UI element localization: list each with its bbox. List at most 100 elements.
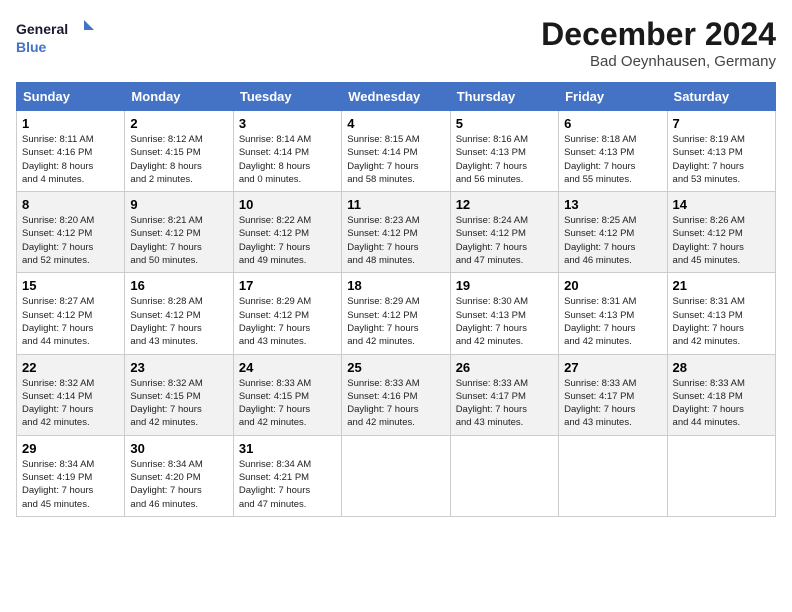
logo-svg: General Blue [16, 16, 96, 60]
day-number-2: 2 [130, 116, 227, 131]
logo: General Blue [16, 16, 96, 60]
day-info-30: Sunrise: 8:34 AM Sunset: 4:20 PM Dayligh… [130, 458, 227, 511]
day-number-3: 3 [239, 116, 336, 131]
day-info-1: Sunrise: 8:11 AM Sunset: 4:16 PM Dayligh… [22, 133, 119, 186]
day-number-15: 15 [22, 278, 119, 293]
day-number-20: 20 [564, 278, 661, 293]
day-cell-20: 20Sunrise: 8:31 AM Sunset: 4:13 PM Dayli… [559, 273, 667, 354]
day-number-12: 12 [456, 197, 553, 212]
day-info-9: Sunrise: 8:21 AM Sunset: 4:12 PM Dayligh… [130, 214, 227, 267]
day-cell-11: 11 Sunrise: 8:23 AM Sunset: 4:12 PM Dayli… [342, 192, 450, 273]
day-number-4: 4 [347, 116, 444, 131]
day-info-18: Sunrise: 8:29 AM Sunset: 4:12 PM Dayligh… [347, 295, 444, 348]
day-number-19: 19 [456, 278, 553, 293]
day-info-27: Sunrise: 8:33 AM Sunset: 4:17 PM Dayligh… [564, 377, 661, 430]
weekday-friday: Friday [559, 83, 667, 111]
day-cell-17: 17 Sunrise: 8:29 AM Sunset: 4:12 PM Dayli… [233, 273, 341, 354]
location-subtitle: Bad Oeynhausen, Germany [541, 53, 776, 70]
day-info-28: Sunrise: 8:33 AM Sunset: 4:18 PM Dayligh… [673, 377, 770, 430]
day-number-8: 8 [22, 197, 119, 212]
page-header: General Blue December 2024 Bad Oeynhause… [16, 16, 776, 70]
day-cell-4: 4 Sunrise: 8:15 AM Sunset: 4:14 PM Daylig… [342, 111, 450, 192]
day-number-16: 16 [130, 278, 227, 293]
day-info-31: Sunrise: 8:34 AM Sunset: 4:21 PM Dayligh… [239, 458, 336, 511]
day-info-21: Sunrise: 8:31 AM Sunset: 4:13 PM Dayligh… [673, 295, 770, 348]
day-info-5: Sunrise: 8:16 AM Sunset: 4:13 PM Dayligh… [456, 133, 553, 186]
day-cell-2: 2 Sunrise: 8:12 AM Sunset: 4:15 PM Daylig… [125, 111, 233, 192]
day-number-9: 9 [130, 197, 227, 212]
svg-text:Blue: Blue [16, 39, 47, 55]
day-number-13: 13 [564, 197, 661, 212]
weekday-header-row: SundayMondayTuesdayWednesdayThursdayFrid… [17, 83, 776, 111]
day-cell-6: 6Sunrise: 8:18 AM Sunset: 4:13 PM Daylig… [559, 111, 667, 192]
day-number-1: 1 [22, 116, 119, 131]
day-info-25: Sunrise: 8:33 AM Sunset: 4:16 PM Dayligh… [347, 377, 444, 430]
day-number-29: 29 [22, 441, 119, 456]
day-number-5: 5 [456, 116, 553, 131]
day-cell-1: 1 Sunrise: 8:11 AM Sunset: 4:16 PM Daylig… [17, 111, 125, 192]
weekday-wednesday: Wednesday [342, 83, 450, 111]
day-info-13: Sunrise: 8:25 AM Sunset: 4:12 PM Dayligh… [564, 214, 661, 267]
day-cell-26: 26 Sunrise: 8:33 AM Sunset: 4:17 PM Dayli… [450, 354, 558, 435]
day-info-4: Sunrise: 8:15 AM Sunset: 4:14 PM Dayligh… [347, 133, 444, 186]
day-number-22: 22 [22, 360, 119, 375]
day-number-30: 30 [130, 441, 227, 456]
day-cell-30: 30 Sunrise: 8:34 AM Sunset: 4:20 PM Dayli… [125, 435, 233, 516]
day-cell-10: 10 Sunrise: 8:22 AM Sunset: 4:12 PM Dayli… [233, 192, 341, 273]
day-cell-23: 23 Sunrise: 8:32 AM Sunset: 4:15 PM Dayli… [125, 354, 233, 435]
day-cell-22: 22Sunrise: 8:32 AM Sunset: 4:14 PM Dayli… [17, 354, 125, 435]
day-info-17: Sunrise: 8:29 AM Sunset: 4:12 PM Dayligh… [239, 295, 336, 348]
weekday-thursday: Thursday [450, 83, 558, 111]
week-row-5: 29Sunrise: 8:34 AM Sunset: 4:19 PM Dayli… [17, 435, 776, 516]
day-number-14: 14 [673, 197, 770, 212]
empty-cell [667, 435, 775, 516]
weekday-monday: Monday [125, 83, 233, 111]
day-info-3: Sunrise: 8:14 AM Sunset: 4:14 PM Dayligh… [239, 133, 336, 186]
day-info-8: Sunrise: 8:20 AM Sunset: 4:12 PM Dayligh… [22, 214, 119, 267]
day-info-10: Sunrise: 8:22 AM Sunset: 4:12 PM Dayligh… [239, 214, 336, 267]
day-number-18: 18 [347, 278, 444, 293]
week-row-3: 15Sunrise: 8:27 AM Sunset: 4:12 PM Dayli… [17, 273, 776, 354]
day-number-17: 17 [239, 278, 336, 293]
day-number-26: 26 [456, 360, 553, 375]
day-info-16: Sunrise: 8:28 AM Sunset: 4:12 PM Dayligh… [130, 295, 227, 348]
title-block: December 2024 Bad Oeynhausen, Germany [541, 16, 776, 70]
day-cell-12: 12 Sunrise: 8:24 AM Sunset: 4:12 PM Dayli… [450, 192, 558, 273]
day-number-7: 7 [673, 116, 770, 131]
day-cell-14: 14 Sunrise: 8:26 AM Sunset: 4:12 PM Dayli… [667, 192, 775, 273]
day-number-27: 27 [564, 360, 661, 375]
empty-cell [450, 435, 558, 516]
week-row-2: 8 Sunrise: 8:20 AM Sunset: 4:12 PM Daylig… [17, 192, 776, 273]
svg-text:General: General [16, 21, 68, 37]
day-info-26: Sunrise: 8:33 AM Sunset: 4:17 PM Dayligh… [456, 377, 553, 430]
day-number-24: 24 [239, 360, 336, 375]
day-number-11: 11 [347, 197, 444, 212]
day-info-24: Sunrise: 8:33 AM Sunset: 4:15 PM Dayligh… [239, 377, 336, 430]
day-info-2: Sunrise: 8:12 AM Sunset: 4:15 PM Dayligh… [130, 133, 227, 186]
day-cell-15: 15Sunrise: 8:27 AM Sunset: 4:12 PM Dayli… [17, 273, 125, 354]
day-info-11: Sunrise: 8:23 AM Sunset: 4:12 PM Dayligh… [347, 214, 444, 267]
day-cell-18: 18 Sunrise: 8:29 AM Sunset: 4:12 PM Dayli… [342, 273, 450, 354]
day-cell-29: 29Sunrise: 8:34 AM Sunset: 4:19 PM Dayli… [17, 435, 125, 516]
day-cell-7: 7Sunrise: 8:19 AM Sunset: 4:13 PM Daylig… [667, 111, 775, 192]
weekday-sunday: Sunday [17, 83, 125, 111]
day-number-23: 23 [130, 360, 227, 375]
calendar-table: SundayMondayTuesdayWednesdayThursdayFrid… [16, 82, 776, 517]
day-info-12: Sunrise: 8:24 AM Sunset: 4:12 PM Dayligh… [456, 214, 553, 267]
day-number-21: 21 [673, 278, 770, 293]
day-cell-9: 9 Sunrise: 8:21 AM Sunset: 4:12 PM Daylig… [125, 192, 233, 273]
empty-cell [559, 435, 667, 516]
day-info-23: Sunrise: 8:32 AM Sunset: 4:15 PM Dayligh… [130, 377, 227, 430]
day-cell-25: 25 Sunrise: 8:33 AM Sunset: 4:16 PM Dayli… [342, 354, 450, 435]
day-number-28: 28 [673, 360, 770, 375]
week-row-4: 22Sunrise: 8:32 AM Sunset: 4:14 PM Dayli… [17, 354, 776, 435]
day-info-19: Sunrise: 8:30 AM Sunset: 4:13 PM Dayligh… [456, 295, 553, 348]
week-row-1: 1 Sunrise: 8:11 AM Sunset: 4:16 PM Daylig… [17, 111, 776, 192]
day-cell-16: 16 Sunrise: 8:28 AM Sunset: 4:12 PM Dayli… [125, 273, 233, 354]
day-cell-3: 3 Sunrise: 8:14 AM Sunset: 4:14 PM Daylig… [233, 111, 341, 192]
month-title: December 2024 [541, 16, 776, 53]
day-number-25: 25 [347, 360, 444, 375]
day-number-10: 10 [239, 197, 336, 212]
day-cell-8: 8 Sunrise: 8:20 AM Sunset: 4:12 PM Daylig… [17, 192, 125, 273]
day-info-14: Sunrise: 8:26 AM Sunset: 4:12 PM Dayligh… [673, 214, 770, 267]
